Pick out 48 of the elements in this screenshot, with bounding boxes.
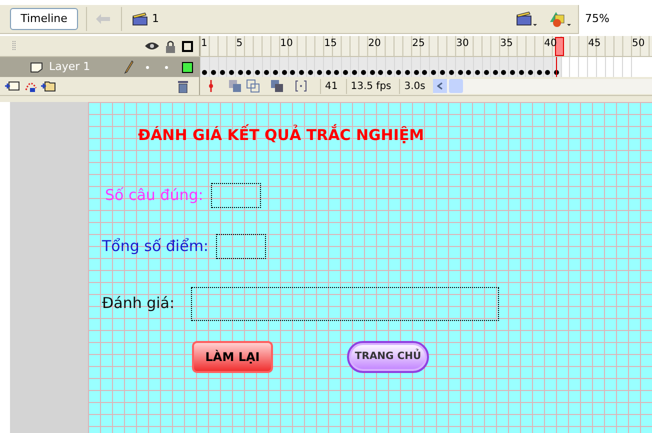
edit-symbols-icon[interactable] bbox=[548, 10, 572, 28]
outline-color-swatch[interactable] bbox=[182, 62, 193, 72]
onion-markers-icon[interactable] bbox=[294, 79, 308, 93]
clapperboard-icon bbox=[132, 12, 148, 26]
edit-multiple-frames-icon[interactable] bbox=[270, 79, 284, 93]
frame-number: 45 bbox=[588, 39, 601, 49]
frame-number: 35 bbox=[500, 39, 513, 49]
current-frame: 41 bbox=[320, 78, 342, 94]
page-title: ĐÁNH GIÁ KẾT QUẢ TRẮC NGHIỆM bbox=[138, 124, 426, 146]
playhead-marker[interactable] bbox=[555, 37, 564, 56]
reset-button[interactable]: LÀM LẠI bbox=[192, 340, 273, 372]
scroll-thumb[interactable] bbox=[449, 79, 464, 93]
frame-number: 15 bbox=[324, 39, 337, 49]
playhead-line bbox=[556, 57, 558, 77]
zoom-field[interactable]: 75% bbox=[578, 4, 652, 34]
add-folder-icon[interactable] bbox=[40, 80, 56, 92]
input-field[interactable] bbox=[211, 182, 262, 208]
onion-outline-icon[interactable] bbox=[246, 79, 260, 93]
eye-icon[interactable] bbox=[144, 41, 160, 51]
add-layer-icon[interactable] bbox=[4, 80, 20, 92]
pencil-icon bbox=[124, 60, 134, 74]
frame-number: 5 bbox=[236, 39, 243, 49]
home-button[interactable]: TRANG CHỦ bbox=[347, 340, 429, 372]
frame-number: 50 bbox=[632, 39, 645, 49]
field-label: Đánh giá: bbox=[102, 293, 175, 314]
frame-number: 10 bbox=[280, 39, 293, 49]
horizontal-scrollbar[interactable] bbox=[433, 78, 652, 94]
input-field[interactable] bbox=[190, 286, 499, 320]
scene-number: 1 bbox=[152, 10, 159, 27]
field-label: Tổng số điểm: bbox=[102, 236, 208, 257]
lock-icon[interactable] bbox=[165, 40, 176, 52]
frame-rate: 13.5 fps bbox=[346, 78, 396, 94]
edit-scene-icon[interactable] bbox=[516, 10, 538, 28]
input-field[interactable] bbox=[216, 234, 266, 258]
onion-skin-icon[interactable] bbox=[228, 79, 242, 93]
frame-number: 1 bbox=[201, 39, 208, 49]
frame-number: 20 bbox=[368, 39, 381, 49]
layer-icon bbox=[30, 62, 43, 72]
timeline-button[interactable]: Timeline bbox=[10, 8, 78, 30]
field-label: Số câu đúng: bbox=[105, 184, 204, 206]
outline-square-icon[interactable] bbox=[182, 40, 193, 52]
layer-name: Layer 1 bbox=[49, 58, 90, 75]
drag-handle-icon[interactable] bbox=[12, 40, 16, 52]
elapsed-time: 3.0s bbox=[399, 78, 430, 94]
scroll-left-icon[interactable] bbox=[437, 82, 444, 90]
trash-icon[interactable] bbox=[177, 80, 189, 92]
frame-number: 30 bbox=[456, 39, 469, 49]
frame-number: 25 bbox=[412, 39, 425, 49]
